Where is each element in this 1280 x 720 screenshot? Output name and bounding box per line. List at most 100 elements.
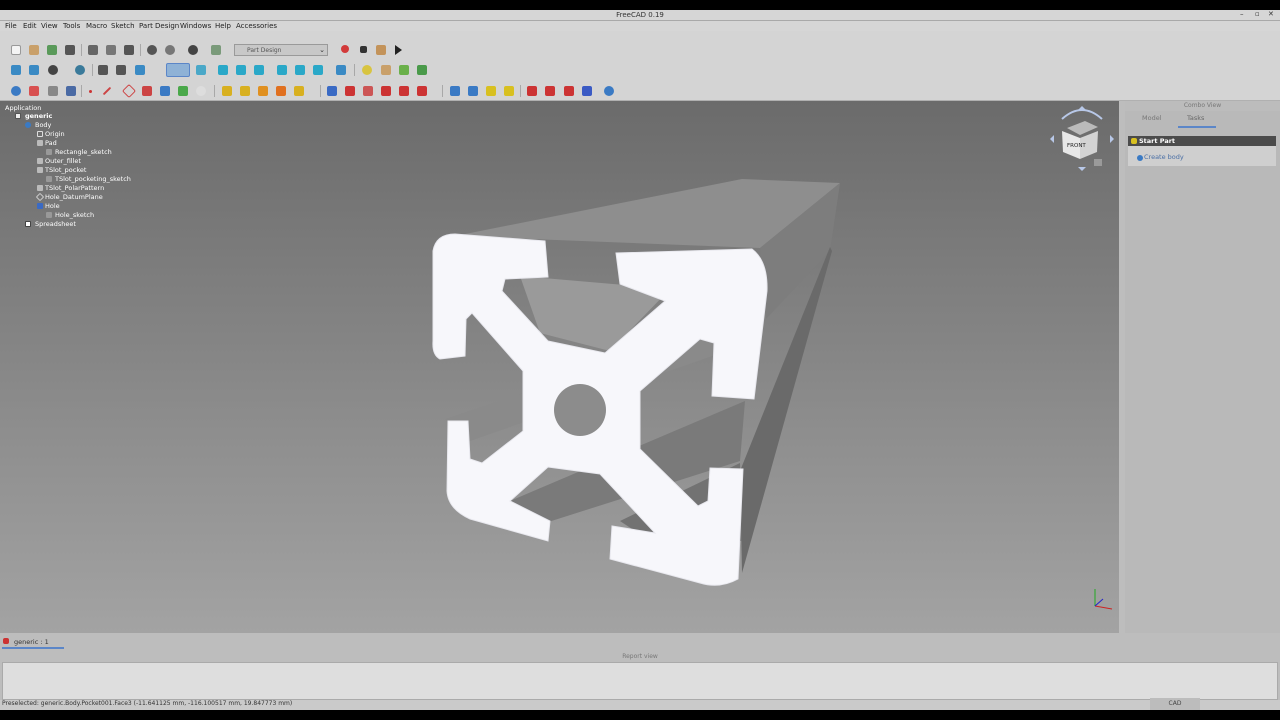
isometric-view-icon[interactable] <box>196 65 206 75</box>
extrusion-profile-model[interactable]: FRONT <box>0 101 1119 633</box>
navigation-style-button[interactable]: CAD <box>1150 698 1200 710</box>
bottom-view-icon[interactable] <box>295 65 305 75</box>
3d-viewport[interactable]: Application generic Body Origin Pad Rect… <box>0 101 1119 633</box>
navcube-left-arrow-icon[interactable] <box>1050 135 1054 143</box>
pad-icon[interactable] <box>222 86 232 96</box>
chamfer-icon[interactable] <box>545 86 555 96</box>
draw-style-icon[interactable] <box>48 65 58 75</box>
navcube-down-arrow-icon[interactable] <box>1078 167 1086 171</box>
menu-macro[interactable]: Macro <box>86 22 107 30</box>
menu-accessories[interactable]: Accessories <box>236 22 277 30</box>
undo-icon[interactable] <box>147 45 157 55</box>
validate-sketch-icon[interactable] <box>66 86 76 96</box>
stop-macro-icon[interactable] <box>360 46 367 53</box>
document-tab-bar: generic : 1 <box>0 633 1280 650</box>
fillet-icon[interactable] <box>527 86 537 96</box>
thickness-icon[interactable] <box>582 86 592 96</box>
polar-pattern-icon[interactable] <box>486 86 496 96</box>
local-coordinate-system-icon[interactable] <box>142 86 152 96</box>
back-arrow-icon[interactable] <box>98 65 108 75</box>
link-actions-icon[interactable] <box>417 65 427 75</box>
new-document-icon[interactable] <box>11 45 21 55</box>
refresh-icon[interactable] <box>188 45 198 55</box>
sync-view-icon[interactable] <box>135 65 145 75</box>
copy-icon[interactable] <box>106 45 116 55</box>
paste-icon[interactable] <box>124 45 134 55</box>
minimize-button[interactable]: – <box>1240 10 1244 18</box>
hole-feature-icon[interactable] <box>345 86 355 96</box>
axis-x-icon <box>1094 605 1113 610</box>
whats-this-icon[interactable] <box>211 45 221 55</box>
shape-binder-icon[interactable] <box>160 86 170 96</box>
navcube-rotate-arc-icon[interactable] <box>1061 109 1103 120</box>
record-macro-icon[interactable] <box>341 45 349 53</box>
tab-model[interactable]: Model <box>1142 114 1162 122</box>
print-icon[interactable] <box>65 45 75 55</box>
menu-help[interactable]: Help <box>215 22 231 30</box>
open-icon[interactable] <box>29 45 39 55</box>
fit-all-icon[interactable] <box>11 65 21 75</box>
bounding-box-icon[interactable] <box>75 65 85 75</box>
additive-pipe-icon[interactable] <box>276 86 286 96</box>
create-part-icon[interactable] <box>362 65 372 75</box>
save-icon[interactable] <box>47 45 57 55</box>
menu-part-design[interactable]: Part Design <box>139 22 179 30</box>
maximize-button[interactable]: ▫ <box>1255 10 1260 18</box>
menu-file[interactable]: File <box>5 22 17 30</box>
measure-distance-icon[interactable] <box>336 65 346 75</box>
clone-icon[interactable] <box>196 86 206 96</box>
draft-icon[interactable] <box>564 86 574 96</box>
linear-pattern-icon[interactable] <box>468 86 478 96</box>
report-view-output[interactable] <box>2 662 1278 700</box>
attach-sketch-icon[interactable] <box>48 86 58 96</box>
pocket-icon[interactable] <box>327 86 337 96</box>
datum-point-icon[interactable] <box>89 90 92 93</box>
front-view-icon[interactable] <box>218 65 228 75</box>
subshape-binder-icon[interactable] <box>178 86 188 96</box>
std-view-menu-icon[interactable] <box>166 63 190 77</box>
mirrored-icon[interactable] <box>450 86 460 96</box>
create-group-icon[interactable] <box>381 65 391 75</box>
boolean-icon[interactable] <box>604 86 614 96</box>
subtractive-loft-icon[interactable] <box>381 86 391 96</box>
task-panel-header[interactable]: Start Part <box>1128 136 1276 146</box>
additive-primitive-icon[interactable] <box>294 86 304 96</box>
execute-macro-icon[interactable] <box>395 45 402 55</box>
make-link-icon[interactable] <box>399 65 409 75</box>
menu-edit[interactable]: Edit <box>23 22 37 30</box>
navcube-right-arrow-icon[interactable] <box>1110 135 1114 143</box>
close-window-button[interactable]: ✕ <box>1268 10 1274 18</box>
groove-icon[interactable] <box>363 86 373 96</box>
create-body-icon[interactable] <box>11 86 21 96</box>
forward-arrow-icon[interactable] <box>116 65 126 75</box>
fit-selection-icon[interactable] <box>29 65 39 75</box>
menu-sketch[interactable]: Sketch <box>111 22 135 30</box>
create-body-icon <box>1137 155 1143 161</box>
left-view-icon[interactable] <box>313 65 323 75</box>
create-sketch-icon[interactable] <box>29 86 39 96</box>
datum-line-icon[interactable] <box>102 86 112 96</box>
menu-windows[interactable]: Windows <box>180 22 211 30</box>
navcube-menu-icon[interactable] <box>1094 159 1102 166</box>
additive-loft-icon[interactable] <box>258 86 268 96</box>
cut-icon[interactable] <box>88 45 98 55</box>
rear-view-icon[interactable] <box>277 65 287 75</box>
tab-tasks[interactable]: Tasks <box>1187 114 1204 122</box>
redo-icon[interactable] <box>165 45 175 55</box>
create-body-action[interactable]: Create body <box>1144 153 1184 161</box>
menu-view[interactable]: View <box>41 22 58 30</box>
macros-icon[interactable] <box>376 45 386 55</box>
toolbar-separator <box>81 44 82 56</box>
menu-tools[interactable]: Tools <box>63 22 80 30</box>
right-view-icon[interactable] <box>254 65 264 75</box>
document-tab-generic[interactable]: generic : 1 <box>2 635 64 649</box>
revolution-icon[interactable] <box>240 86 250 96</box>
subtractive-primitive-icon[interactable] <box>417 86 427 96</box>
center-hole[interactable] <box>554 384 606 436</box>
subtractive-pipe-icon[interactable] <box>399 86 409 96</box>
active-tab-indicator <box>1178 126 1216 128</box>
multi-transform-icon[interactable] <box>504 86 514 96</box>
workbench-selector[interactable]: Part Design ⌄ <box>234 44 328 56</box>
datum-plane-icon[interactable] <box>121 83 137 99</box>
top-view-icon[interactable] <box>236 65 246 75</box>
